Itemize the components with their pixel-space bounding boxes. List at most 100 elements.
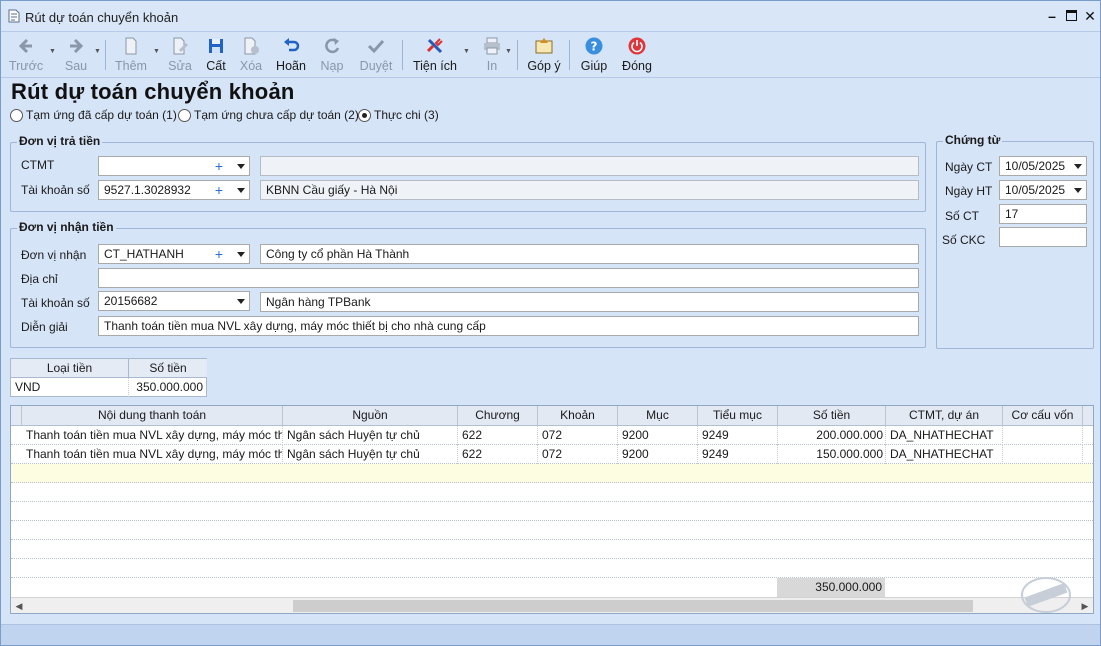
cell-content[interactable]: Thanh toán tiền mua NVL xây dựng, máy mó… (22, 445, 283, 464)
grid-header-chapter[interactable]: Chương (458, 406, 538, 426)
cell-source[interactable]: Ngân sách Huyện tự chủ (283, 445, 458, 464)
empty-row[interactable] (11, 521, 1093, 540)
cell-chapter[interactable]: 622 (458, 426, 538, 445)
scrollbar-thumb[interactable] (293, 600, 973, 612)
currency-amount-cell[interactable]: 350.000.000 (129, 378, 207, 397)
add-icon[interactable]: + (213, 157, 225, 175)
dropdown-arrow-icon[interactable] (1074, 188, 1082, 193)
approve-button[interactable]: Duyệt (356, 34, 396, 76)
add-button[interactable]: Thêm ▼ (113, 34, 160, 76)
new-row[interactable] (11, 464, 1093, 483)
row-selector-header (11, 406, 22, 426)
dropdown-arrow-icon[interactable] (237, 188, 245, 193)
cell-subsection[interactable]: 9249 (698, 445, 778, 464)
grid-header-item[interactable]: Khoản (538, 406, 618, 426)
printer-icon (484, 37, 500, 55)
cell-capital-structure[interactable] (1003, 426, 1083, 445)
print-dropdown-icon[interactable]: ▼ (505, 48, 512, 55)
dropdown-arrow-icon[interactable] (237, 252, 245, 257)
scroll-left-icon[interactable]: ◀ (13, 600, 25, 612)
add-icon[interactable]: + (213, 181, 225, 199)
receiver-bank-name-field[interactable]: Ngân hàng TPBank (260, 292, 919, 312)
dropdown-arrow-icon[interactable] (237, 164, 245, 169)
dropdown-arrow-icon[interactable] (1074, 164, 1082, 169)
undo-button[interactable]: Hoãn (273, 34, 309, 76)
ckc-number-field[interactable] (999, 227, 1087, 247)
print-button[interactable]: In ▼ (479, 34, 512, 76)
close-button[interactable]: Đóng (619, 34, 655, 76)
grid-header-section[interactable]: Mục (618, 406, 698, 426)
receiver-unit-combo[interactable]: CT_HATHANH + (98, 244, 250, 264)
add-icon[interactable]: + (213, 245, 225, 263)
radio-circle-selected[interactable] (358, 108, 371, 122)
cell-chapter[interactable]: 622 (458, 445, 538, 464)
grid-header-project[interactable]: CTMT, dự án (886, 406, 1003, 426)
radio-advance-not-granted[interactable]: Tạm ứng chưa cấp dự toán (2) (178, 108, 359, 122)
cell-capital-structure[interactable] (1003, 445, 1083, 464)
address-field[interactable] (98, 268, 919, 288)
currency-type-cell[interactable]: VND (11, 378, 129, 397)
utilities-dropdown-icon[interactable]: ▼ (463, 48, 470, 55)
empty-row[interactable] (11, 559, 1093, 578)
voucher-number-field[interactable]: 17 (999, 204, 1087, 224)
voucher-date-value: 10/05/2025 (1005, 159, 1066, 173)
payer-account-combo[interactable]: 9527.1.3028932 + (98, 180, 250, 200)
grid-header-amount[interactable]: Số tiền (778, 406, 886, 426)
prev-button[interactable]: Trước ▼ (7, 34, 56, 76)
cell-project[interactable]: DA_NHATHECHAT (886, 426, 1003, 445)
receiver-unit-name-field[interactable]: Công ty cổ phần Hà Thành (260, 244, 919, 264)
close-window-button[interactable]: ✕ (1081, 7, 1099, 25)
scroll-right-icon[interactable]: ▶ (1079, 600, 1091, 612)
svg-text:?: ? (591, 40, 598, 54)
cell-subsection[interactable]: 9249 (698, 426, 778, 445)
horizontal-scrollbar[interactable]: ◀ ▶ (11, 597, 1093, 613)
cell-amount[interactable]: 200.000.000 (778, 426, 886, 445)
cell-content[interactable]: Thanh toán tiền mua NVL xây dựng, máy mó… (22, 426, 283, 445)
cell-project[interactable]: DA_NHATHECHAT (886, 445, 1003, 464)
radio-advance-granted[interactable]: Tạm ứng đã cấp dự toán (1) (10, 108, 177, 122)
radio-circle[interactable] (10, 108, 23, 122)
cell-source[interactable]: Ngân sách Huyện tự chủ (283, 426, 458, 445)
cell-amount[interactable]: 150.000.000 (778, 445, 886, 464)
radio-circle[interactable] (178, 108, 191, 122)
address-label: Địa chỉ (21, 272, 58, 286)
load-button[interactable]: Nạp (317, 34, 347, 76)
grid-header-source[interactable]: Nguồn (283, 406, 458, 426)
posting-date-picker[interactable]: 10/05/2025 (999, 180, 1087, 200)
utilities-button[interactable]: Tiện ích ▼ (411, 34, 470, 76)
cell-section[interactable]: 9200 (618, 445, 698, 464)
grid-header-subsection[interactable]: Tiểu mục (698, 406, 778, 426)
grid-header-content[interactable]: Nội dung thanh toán (22, 406, 283, 426)
cell-item[interactable]: 072 (538, 426, 618, 445)
save-button[interactable]: Cất (201, 34, 231, 76)
delete-document-icon (244, 37, 259, 55)
cell-item[interactable]: 072 (538, 445, 618, 464)
cell-section[interactable]: 9200 (618, 426, 698, 445)
undo-label: Hoãn (276, 59, 306, 73)
dropdown-arrow-icon[interactable] (237, 299, 245, 304)
maximize-button[interactable] (1062, 7, 1080, 25)
grid-header-capital-structure[interactable]: Cơ cấu vốn (1003, 406, 1083, 426)
help-button[interactable]: ? Giúp (578, 34, 610, 76)
description-field[interactable]: Thanh toán tiền mua NVL xây dựng, máy mó… (98, 316, 919, 336)
table-row[interactable]: Thanh toán tiền mua NVL xây dựng, máy mó… (11, 426, 1093, 445)
approve-label: Duyệt (359, 59, 393, 73)
ctmt-combo[interactable]: + (98, 156, 250, 176)
table-row[interactable]: Thanh toán tiền mua NVL xây dựng, máy mó… (11, 445, 1093, 464)
feedback-button[interactable]: Góp ý (525, 34, 563, 76)
delete-button[interactable]: Xóa (236, 34, 266, 76)
voucher-date-picker[interactable]: 10/05/2025 (999, 156, 1087, 176)
edit-button[interactable]: Sửa (165, 34, 195, 76)
minimize-button[interactable]: – (1043, 7, 1061, 25)
prev-dropdown-icon[interactable]: ▼ (49, 48, 56, 55)
empty-row[interactable] (11, 502, 1093, 521)
radio-actual-expense[interactable]: Thực chi (3) (358, 108, 439, 122)
posting-date-value: 10/05/2025 (1005, 183, 1066, 197)
add-dropdown-icon[interactable]: ▼ (153, 48, 160, 55)
next-dropdown-icon[interactable]: ▼ (94, 48, 101, 55)
next-button[interactable]: Sau ▼ (57, 34, 101, 76)
receiver-account-combo[interactable]: 20156682 (98, 291, 250, 311)
posting-date-label: Ngày HT (945, 184, 993, 198)
empty-row[interactable] (11, 540, 1093, 559)
empty-row[interactable] (11, 483, 1093, 502)
